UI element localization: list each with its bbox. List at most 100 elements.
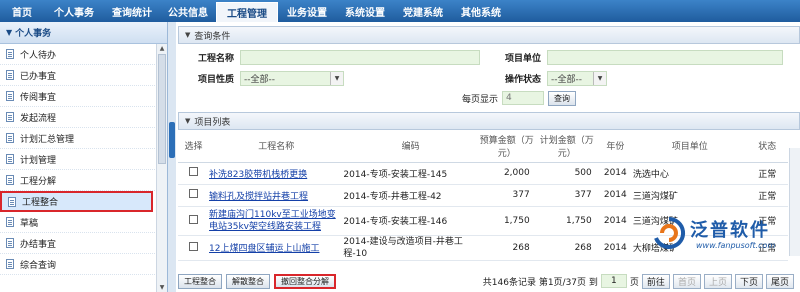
per-page-input[interactable]: 4 xyxy=(502,91,544,105)
row-checkbox[interactable] xyxy=(189,241,198,251)
table-row[interactable]: 输料孔及搅拌站井巷工程 2014-专项-井巷工程-42 377 377 2014… xyxy=(178,184,788,207)
project-type-value: --全部-- xyxy=(244,75,275,85)
nav-personal[interactable]: 个人事务 xyxy=(44,0,104,22)
sidebar-item-start-flow[interactable]: 发起流程 xyxy=(0,107,167,128)
sidebar-item-done[interactable]: 已办事宜 xyxy=(0,65,167,86)
sidebar-item-plan-summary[interactable]: 计划汇总管理 xyxy=(0,128,167,149)
sidebar-item-todo[interactable]: 个人待办 xyxy=(0,44,167,65)
document-icon xyxy=(6,217,14,227)
col-budget: 预算金额（万元） xyxy=(477,130,536,163)
nav-business-settings[interactable]: 业务设置 xyxy=(278,0,336,22)
page-input[interactable]: 1 xyxy=(600,274,627,288)
sidebar-item-circulate[interactable]: 传阅事宜 xyxy=(0,86,167,107)
year: 2014 xyxy=(597,206,633,236)
sidebar-item-label: 个人待办 xyxy=(20,50,57,61)
sidebar-item-label: 传阅事宜 xyxy=(20,92,57,103)
document-icon xyxy=(6,259,14,269)
list-panel-title: 项目列表 xyxy=(194,117,231,128)
project-name-input[interactable] xyxy=(240,50,480,65)
sidebar-item-label: 工程整合 xyxy=(22,198,59,208)
chevron-down-icon[interactable]: ▼ xyxy=(593,72,606,85)
document-icon xyxy=(6,238,14,248)
plan-amount: 377 xyxy=(535,184,598,207)
nav-other-system[interactable]: 其他系统 xyxy=(452,0,510,22)
project-name-link[interactable]: 补洗823胶带机栈桥更换 xyxy=(209,170,307,180)
search-button[interactable]: 查询 xyxy=(548,90,576,106)
watermark-brand: 泛普软件 xyxy=(690,220,770,241)
scroll-down-arrow-icon[interactable]: ▼ xyxy=(157,283,167,292)
go-button[interactable]: 前往 xyxy=(641,273,670,289)
merge-button[interactable]: 工程整合 xyxy=(178,273,222,289)
nav-party-system[interactable]: 党建系统 xyxy=(394,0,452,22)
row-checkbox[interactable] xyxy=(189,189,198,198)
collapse-triangle-icon: ▼ xyxy=(185,117,191,125)
nav-home[interactable]: 首页 xyxy=(0,0,44,22)
plan-amount: 1,750 xyxy=(535,206,598,236)
year: 2014 xyxy=(597,184,633,207)
watermark-logo: 泛普软件 www.fanpusoft.com xyxy=(652,216,792,256)
sidebar-item-merge[interactable]: 工程整合 xyxy=(0,191,153,212)
pager-summary: 共146条记录 第1页/37页 到 xyxy=(482,277,598,288)
sidebar: ▼ 个人事务 个人待办 已办事宜 传阅事宜 发起流程 计划汇总管理 计划管理 工… xyxy=(0,22,168,292)
project-type-label: 项目性质 xyxy=(197,75,234,85)
nav-project-mgmt[interactable]: 工程管理 xyxy=(216,2,278,22)
first-page-button[interactable]: 首页 xyxy=(672,273,701,289)
nav-public-info[interactable]: 公共信息 xyxy=(160,0,216,22)
sidebar-header[interactable]: ▼ 个人事务 xyxy=(0,22,167,44)
sidebar-item-label: 已办事宜 xyxy=(20,71,57,82)
scroll-up-arrow-icon[interactable]: ▲ xyxy=(157,44,167,53)
project-unit-input[interactable] xyxy=(547,50,783,65)
sidebar-splitter[interactable] xyxy=(168,22,176,292)
table-row[interactable]: 补洗823胶带机栈桥更换 2014-专项-安装工程-145 2,000 500 … xyxy=(178,162,788,185)
sidebar-item-label: 办结事宜 xyxy=(20,239,57,250)
project-name-link[interactable]: 新建庙沟门110kv至工业场地变电站35kv架空线路安装工程 xyxy=(209,210,336,232)
project-code: 2014-专项-井巷工程-42 xyxy=(343,184,478,207)
collapse-triangle-icon: ▼ xyxy=(185,31,191,39)
document-icon xyxy=(6,112,14,122)
scrollbar-thumb[interactable] xyxy=(158,54,166,164)
unmerge-button[interactable]: 解散整合 xyxy=(226,273,270,289)
sidebar-item-label: 工程分解 xyxy=(20,176,57,187)
nav-query-stats[interactable]: 查询统计 xyxy=(104,0,160,22)
document-icon xyxy=(6,154,14,164)
query-panel-title: 查询条件 xyxy=(194,31,231,42)
project-code: 2014-专项-安装工程-145 xyxy=(343,162,478,185)
sidebar-item-decompose[interactable]: 工程分解 xyxy=(0,170,167,191)
last-page-button[interactable]: 尾页 xyxy=(765,273,794,289)
op-status-label: 操作状态 xyxy=(504,75,541,85)
sidebar-scrollbar[interactable]: ▲ ▼ xyxy=(156,44,167,292)
pager-unit: 页 xyxy=(629,277,639,288)
top-nav: 首页 个人事务 查询统计 公共信息 工程管理 业务设置 系统设置 党建系统 其他… xyxy=(0,0,800,22)
op-status-select[interactable]: --全部-- ▼ xyxy=(547,71,607,86)
project-name-label: 工程名称 xyxy=(197,54,234,64)
document-icon xyxy=(6,175,14,185)
chevron-down-icon[interactable]: ▼ xyxy=(330,72,343,85)
sidebar-item-finished[interactable]: 办结事宜 xyxy=(0,233,167,254)
prev-page-button[interactable]: 上页 xyxy=(703,273,732,289)
list-panel-header[interactable]: ▼ 项目列表 xyxy=(178,112,800,130)
collapse-triangle-icon: ▼ xyxy=(6,28,13,37)
splitter-grip[interactable] xyxy=(169,122,175,158)
project-unit: 洗选中心 xyxy=(632,162,747,185)
pager: 共146条记录 第1页/37页 到 1 页 前往 首页 上页 下页 尾页 xyxy=(482,273,800,289)
budget-amount: 268 xyxy=(477,235,536,261)
year: 2014 xyxy=(597,235,633,261)
budget-amount: 1,750 xyxy=(477,206,536,236)
project-name-link[interactable]: 12上煤四盘区辅运上山施工 xyxy=(209,244,319,254)
document-icon xyxy=(6,91,14,101)
sidebar-item-plan-mgmt[interactable]: 计划管理 xyxy=(0,149,167,170)
row-checkbox[interactable] xyxy=(189,214,198,224)
revoke-merge-button[interactable]: 撤回整合分解 xyxy=(274,273,336,289)
project-unit-label: 项目单位 xyxy=(504,54,541,64)
per-page-label: 每页显示 xyxy=(461,94,498,105)
row-checkbox[interactable] xyxy=(189,167,198,176)
sidebar-header-label: 个人事务 xyxy=(15,29,52,39)
col-select: 选择 xyxy=(178,130,210,163)
next-page-button[interactable]: 下页 xyxy=(734,273,763,289)
sidebar-item-draft[interactable]: 草稿 xyxy=(0,212,167,233)
nav-system-settings[interactable]: 系统设置 xyxy=(336,0,394,22)
query-panel-header[interactable]: ▼ 查询条件 xyxy=(178,26,800,44)
project-name-link[interactable]: 输料孔及搅拌站井巷工程 xyxy=(209,192,308,202)
project-type-select[interactable]: --全部-- ▼ xyxy=(240,71,344,86)
sidebar-item-search[interactable]: 综合查询 xyxy=(0,254,167,275)
